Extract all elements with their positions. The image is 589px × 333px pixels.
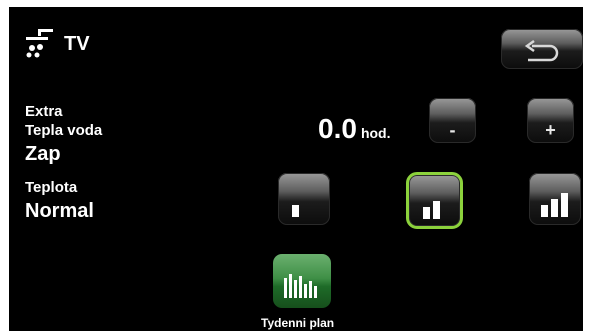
minus-icon: - — [449, 119, 456, 140]
duration-value: 0.0 — [318, 113, 357, 144]
shower-icon — [26, 29, 53, 58]
back-button[interactable] — [501, 29, 583, 69]
decrease-button[interactable]: - — [429, 98, 476, 143]
extra-label: Extra — [25, 103, 63, 120]
weekly-plan-label: Tydenni plan — [261, 316, 335, 330]
temperature-value: Normal — [25, 200, 94, 222]
increase-button[interactable]: + — [527, 98, 574, 143]
plus-icon: + — [545, 119, 556, 140]
hot-water-label: Tepla voda — [25, 122, 103, 139]
extra-state: Zap — [25, 143, 61, 165]
bar-chart-icon — [284, 274, 317, 298]
temperature-level-3-button[interactable] — [529, 173, 581, 225]
level-1-bars-icon — [292, 205, 299, 217]
level-2-bars-icon — [422, 200, 440, 219]
header: TV — [24, 28, 90, 60]
temperature-level-1-button[interactable] — [278, 173, 330, 225]
temperature-label: Teplota — [25, 179, 78, 196]
duration-unit: hod. — [360, 125, 391, 141]
back-arrow-icon — [524, 40, 559, 62]
screen: TV Extra Tepla voda Zap Teplota Normal 0… — [9, 7, 583, 331]
temperature-level-2-button[interactable] — [406, 172, 463, 229]
level-3-bars-icon — [541, 193, 568, 217]
page-title: TV — [64, 32, 90, 55]
weekly-plan-button[interactable] — [273, 254, 331, 308]
extra-duration: 0.0 hod. — [318, 113, 390, 145]
